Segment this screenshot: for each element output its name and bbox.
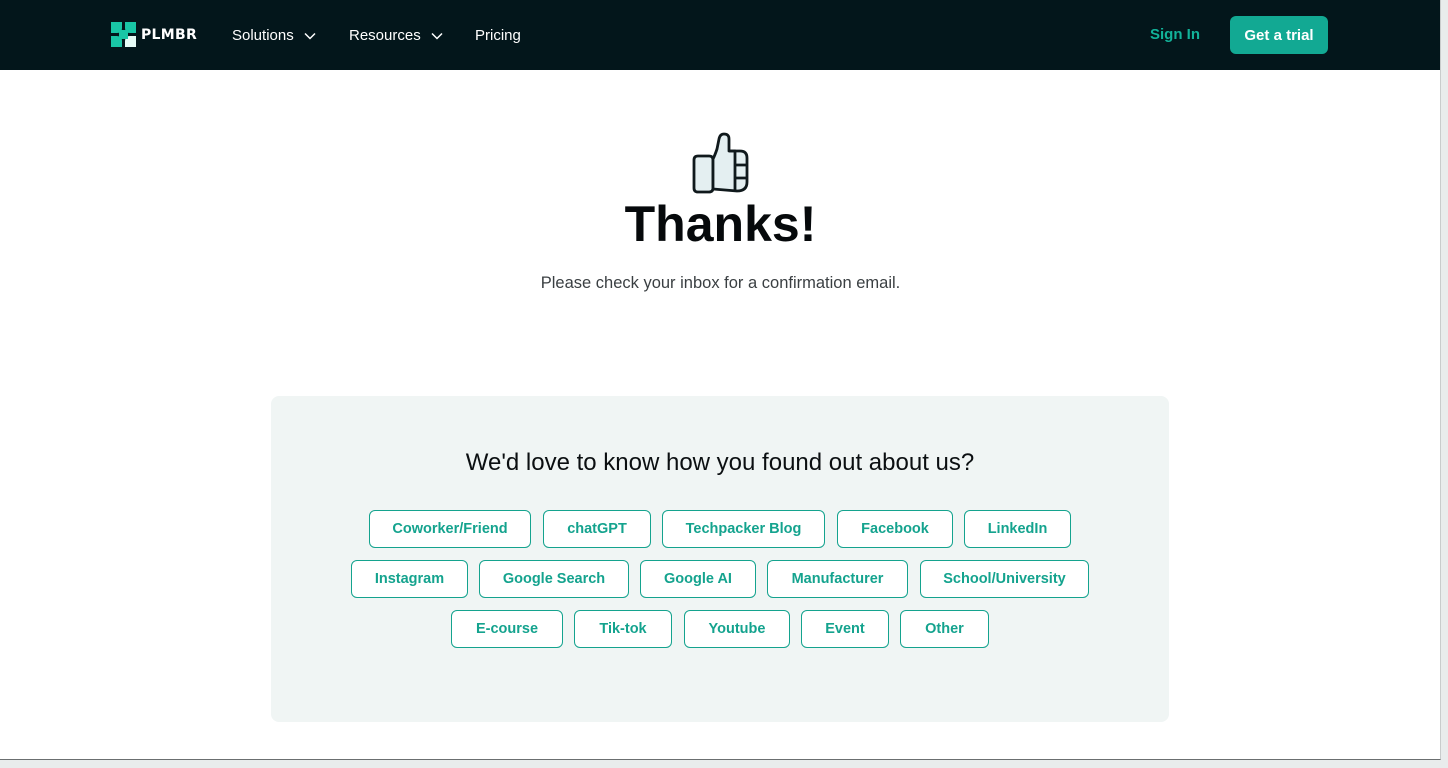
option-youtube[interactable]: Youtube [684, 610, 790, 648]
nav-solutions-label: Solutions [232, 26, 294, 44]
option-school-university[interactable]: School/University [920, 560, 1089, 598]
option-e-course[interactable]: E-course [451, 610, 563, 648]
option-other[interactable]: Other [900, 610, 989, 648]
option-techpacker-blog[interactable]: Techpacker Blog [662, 510, 825, 548]
logo[interactable]: PLMBR [111, 22, 197, 47]
option-facebook[interactable]: Facebook [837, 510, 953, 548]
nav-solutions[interactable]: Solutions [232, 24, 316, 46]
sign-in-link[interactable]: Sign In [1150, 24, 1200, 46]
nav-resources-label: Resources [349, 26, 421, 44]
survey-card [271, 396, 1169, 722]
plmbr-logo-icon [111, 22, 136, 47]
nav-pricing-label: Pricing [475, 26, 521, 44]
logo-text: PLMBR [141, 26, 198, 43]
chevron-down-icon [304, 27, 316, 44]
top-nav: PLMBR Solutions Resources Pricing Sign I… [0, 0, 1440, 70]
page: PLMBR Solutions Resources Pricing Sign I… [0, 0, 1441, 760]
page-title: Thanks! [624, 196, 817, 252]
option-tik-tok[interactable]: Tik-tok [574, 610, 672, 648]
option-linkedin[interactable]: LinkedIn [964, 510, 1071, 548]
option-chatgpt[interactable]: chatGPT [543, 510, 651, 548]
chevron-down-icon [431, 27, 443, 44]
thumbs-up-icon [689, 132, 751, 199]
nav-pricing[interactable]: Pricing [475, 24, 521, 46]
option-coworker-friend[interactable]: Coworker/Friend [369, 510, 531, 548]
survey-question: We'd love to know how you found out abou… [465, 449, 975, 476]
option-google-ai[interactable]: Google AI [640, 560, 756, 598]
option-google-search[interactable]: Google Search [479, 560, 629, 598]
nav-resources[interactable]: Resources [349, 24, 443, 46]
confirmation-message: Please check your inbox for a confirmati… [540, 274, 901, 292]
option-instagram[interactable]: Instagram [351, 560, 468, 598]
get-trial-button[interactable]: Get a trial [1230, 16, 1328, 54]
option-manufacturer[interactable]: Manufacturer [767, 560, 908, 598]
option-event[interactable]: Event [801, 610, 889, 648]
